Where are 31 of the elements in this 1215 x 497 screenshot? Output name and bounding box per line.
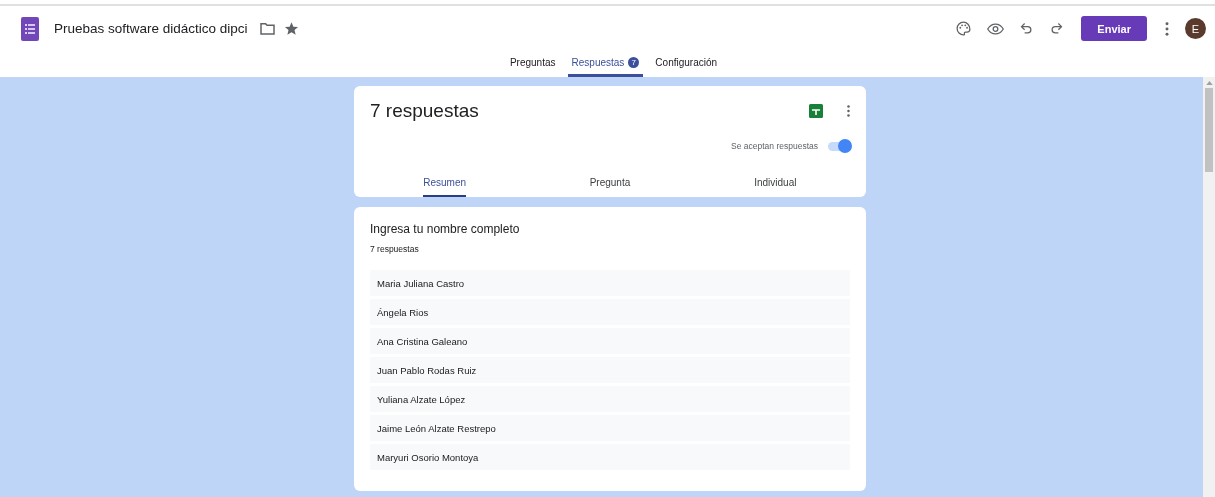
redo-icon[interactable] [1049, 21, 1065, 36]
forms-logo-icon[interactable] [21, 16, 39, 41]
answer-row: Maria Juliana Castro [370, 270, 850, 296]
response-count-title: 7 respuestas [370, 100, 480, 122]
palette-icon[interactable] [955, 20, 973, 37]
tab[interactable]: Preguntas [505, 51, 560, 77]
scrollbar-thumb[interactable] [1205, 88, 1213, 172]
more-options-icon[interactable] [847, 105, 850, 117]
answer-row: Jaime León Alzate Restrepo [370, 415, 850, 441]
answer-row: Ángela Rios [370, 299, 850, 325]
form-title[interactable]: Pruebas software didáctico dipci [54, 21, 248, 36]
view-tab[interactable]: Resumen [423, 175, 467, 197]
question-title: Ingresa tu nombre completo [370, 222, 521, 236]
eye-icon[interactable] [987, 22, 1005, 35]
response-count: 7 respuestas [370, 244, 420, 254]
folder-icon[interactable] [259, 22, 275, 35]
accepting-responses-toggle[interactable] [828, 141, 850, 151]
answer-row: Ana Cristina Galeano [370, 328, 850, 354]
count-badge: 7 [628, 57, 640, 68]
more-options-icon[interactable] [1165, 21, 1169, 36]
spreadsheet-icon[interactable] [809, 104, 823, 118]
answer-row: Juan Pablo Rodas Ruiz [370, 357, 850, 383]
avatar[interactable]: E [1185, 18, 1206, 39]
answer-row: Maryuri Osorio Montoya [370, 444, 850, 470]
accepting-responses-label: Se aceptan respuestas [731, 141, 818, 151]
view-tab[interactable]: Pregunta [589, 175, 631, 197]
tab[interactable]: Configuración [651, 51, 722, 77]
answer-row: Yuliana Alzate López [370, 386, 850, 412]
send-button[interactable]: Enviar [1081, 16, 1147, 41]
view-tab[interactable]: Individual [754, 175, 797, 197]
star-icon[interactable] [283, 21, 299, 36]
